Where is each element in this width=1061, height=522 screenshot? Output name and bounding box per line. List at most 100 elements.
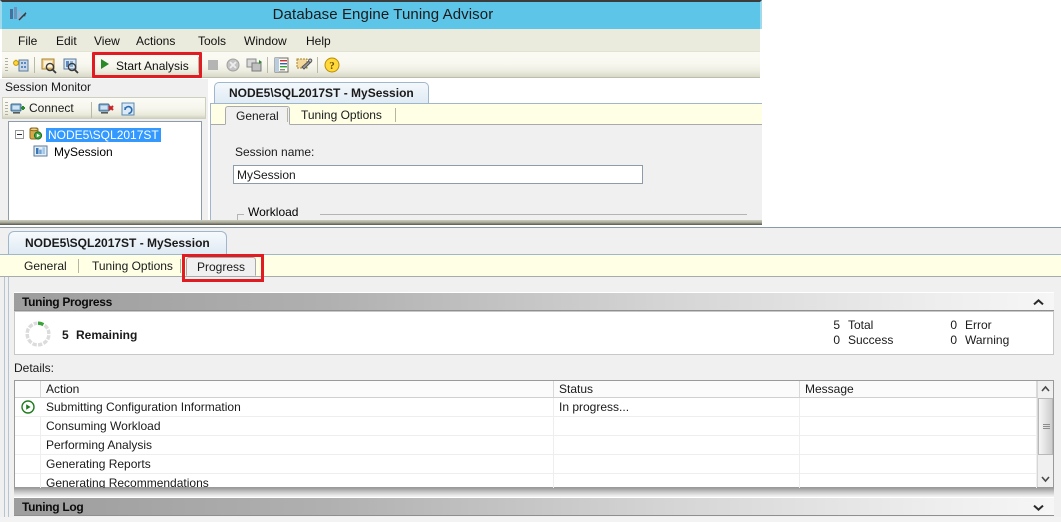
menu-help[interactable]: Help xyxy=(300,33,337,50)
svg-text:?: ? xyxy=(329,60,335,72)
table-row[interactable]: Performing Analysis xyxy=(15,436,1037,455)
cell-status: In progress... xyxy=(554,398,800,416)
tune-icon[interactable] xyxy=(295,56,313,74)
connect-server-icon[interactable] xyxy=(10,101,26,120)
session-name-input[interactable]: MySession xyxy=(233,165,643,184)
tree-row-server[interactable]: NODE5\SQL2017ST xyxy=(15,126,161,143)
application-window: Database Engine Tuning Advisor File Edit… xyxy=(0,0,1061,522)
toolbar-separator-4 xyxy=(317,57,318,73)
cell-status xyxy=(554,436,800,454)
upper-document-tab[interactable]: NODE5\SQL2017ST - MySession xyxy=(214,82,429,104)
scroll-thumb-grip-icon[interactable] xyxy=(1038,398,1053,455)
disconnect-server-icon[interactable] xyxy=(98,101,114,120)
upper-document-body: General Tuning Options Session name: MyS… xyxy=(210,103,762,225)
grid-header-row: Action Status Message xyxy=(15,381,1053,398)
cell-action: Generating Reports xyxy=(41,455,554,473)
warning-label: Warning xyxy=(965,333,1009,347)
server-running-icon xyxy=(28,126,43,144)
menu-tools[interactable]: Tools xyxy=(192,33,232,50)
menu-window[interactable]: Window xyxy=(238,33,293,50)
lower-tab-divider-2 xyxy=(180,259,181,273)
open-session-icon[interactable] xyxy=(40,56,58,74)
upper-tab-divider-2 xyxy=(395,108,396,122)
tab-general-upper[interactable]: General xyxy=(225,106,290,125)
details-label: Details: xyxy=(14,361,54,375)
progress-summary-box: 5 Remaining 5 Total 0 Success 0 Error 0 … xyxy=(14,311,1054,355)
start-analysis-button[interactable]: Start Analysis xyxy=(96,55,196,76)
grid-col-message[interactable]: Message xyxy=(800,381,1037,397)
total-count: 5 xyxy=(828,318,840,332)
refresh-icon[interactable] xyxy=(120,101,136,120)
cell-message xyxy=(800,398,1037,416)
table-row[interactable]: Submitting Configuration Information In … xyxy=(15,398,1037,417)
scroll-up-button[interactable] xyxy=(1038,381,1053,397)
remaining-count: 5 xyxy=(62,328,69,342)
tuning-log-section-header[interactable]: Tuning Log xyxy=(14,497,1054,516)
workload-group-label: Workload xyxy=(245,205,301,219)
tuning-progress-section-header[interactable]: Tuning Progress xyxy=(14,292,1054,311)
tab-general[interactable]: General xyxy=(14,257,77,276)
pane-left-gutter xyxy=(0,277,12,522)
collapse-expander-icon[interactable] xyxy=(15,130,24,139)
session-monitor-toolbar: Connect xyxy=(2,97,206,119)
tab-progress[interactable]: Progress xyxy=(186,257,256,276)
lower-tab-divider-1 xyxy=(78,259,79,273)
lower-tab-strip: General Tuning Options Progress xyxy=(0,254,1061,276)
table-row[interactable]: Generating Reports xyxy=(15,455,1037,474)
tree-row-session[interactable]: MySession xyxy=(33,143,115,160)
help-icon[interactable]: ? xyxy=(323,56,341,74)
chevron-down-icon[interactable] xyxy=(1033,501,1044,513)
grid-col-action[interactable]: Action xyxy=(41,381,554,397)
success-label: Success xyxy=(848,333,893,347)
cancel-icon xyxy=(224,56,242,74)
group-line-right xyxy=(320,214,747,215)
cell-message xyxy=(800,417,1037,435)
reports-icon[interactable] xyxy=(273,56,291,74)
tab-tuning-options-upper[interactable]: Tuning Options xyxy=(291,106,392,125)
new-session-icon[interactable] xyxy=(12,56,30,74)
menu-actions[interactable]: Actions xyxy=(130,33,181,50)
chevron-up-icon[interactable] xyxy=(1033,296,1044,308)
menu-bar: File Edit View Actions Tools Window Help xyxy=(2,29,760,52)
grid-col-icon[interactable] xyxy=(15,381,41,397)
scroll-down-button[interactable] xyxy=(1038,471,1053,487)
window-bottom-strip xyxy=(0,517,1061,522)
session-name-label: Session name: xyxy=(235,145,314,159)
tree-server-label[interactable]: NODE5\SQL2017ST xyxy=(46,128,161,142)
tab-tuning-options[interactable]: Tuning Options xyxy=(82,257,183,276)
table-row[interactable]: Consuming Workload xyxy=(15,417,1037,436)
cell-icon xyxy=(15,417,41,435)
session-monitor-header: Session Monitor xyxy=(0,79,208,96)
lower-document-tab[interactable]: NODE5\SQL2017ST - MySession xyxy=(8,231,227,254)
session-icon xyxy=(33,143,48,161)
tree-session-label[interactable]: MySession xyxy=(52,145,115,159)
in-progress-play-icon xyxy=(21,400,35,414)
save-script-icon[interactable] xyxy=(245,56,263,74)
group-line-left xyxy=(237,214,244,215)
grid-vertical-scrollbar[interactable] xyxy=(1037,381,1053,487)
connect-label[interactable]: Connect xyxy=(29,101,74,115)
menu-view[interactable]: View xyxy=(88,33,126,50)
menu-edit[interactable]: Edit xyxy=(50,33,83,50)
cell-action: Performing Analysis xyxy=(41,436,554,454)
progress-donut-spinner-icon xyxy=(25,321,51,347)
progress-details-grid[interactable]: Action Status Message Submitting Configu… xyxy=(14,380,1054,488)
clone-session-icon[interactable] xyxy=(62,56,80,74)
cell-action: Submitting Configuration Information xyxy=(41,398,554,416)
toolbar-grip[interactable] xyxy=(5,58,8,72)
remaining-label: Remaining xyxy=(76,328,137,342)
toolbar-separator-2 xyxy=(198,57,199,73)
start-analysis-label: Start Analysis xyxy=(116,59,189,73)
general-pane: Session name: MySession Workload xyxy=(211,125,762,225)
tuning-progress-title: Tuning Progress xyxy=(22,295,112,309)
grid-col-status[interactable]: Status xyxy=(554,381,800,397)
session-monitor-toolbar-grip[interactable] xyxy=(5,102,8,116)
session-tree[interactable]: NODE5\SQL2017ST MySession xyxy=(8,121,202,221)
background-window: Database Engine Tuning Advisor File Edit… xyxy=(0,0,762,225)
grid-horizontal-scrollbar[interactable] xyxy=(14,488,1054,496)
success-count: 0 xyxy=(828,333,840,347)
upper-window-bottom-edge xyxy=(0,220,762,225)
menu-file[interactable]: File xyxy=(12,33,43,50)
cell-status xyxy=(554,455,800,473)
upper-document-area: NODE5\SQL2017ST - MySession General Tuni… xyxy=(210,82,762,225)
